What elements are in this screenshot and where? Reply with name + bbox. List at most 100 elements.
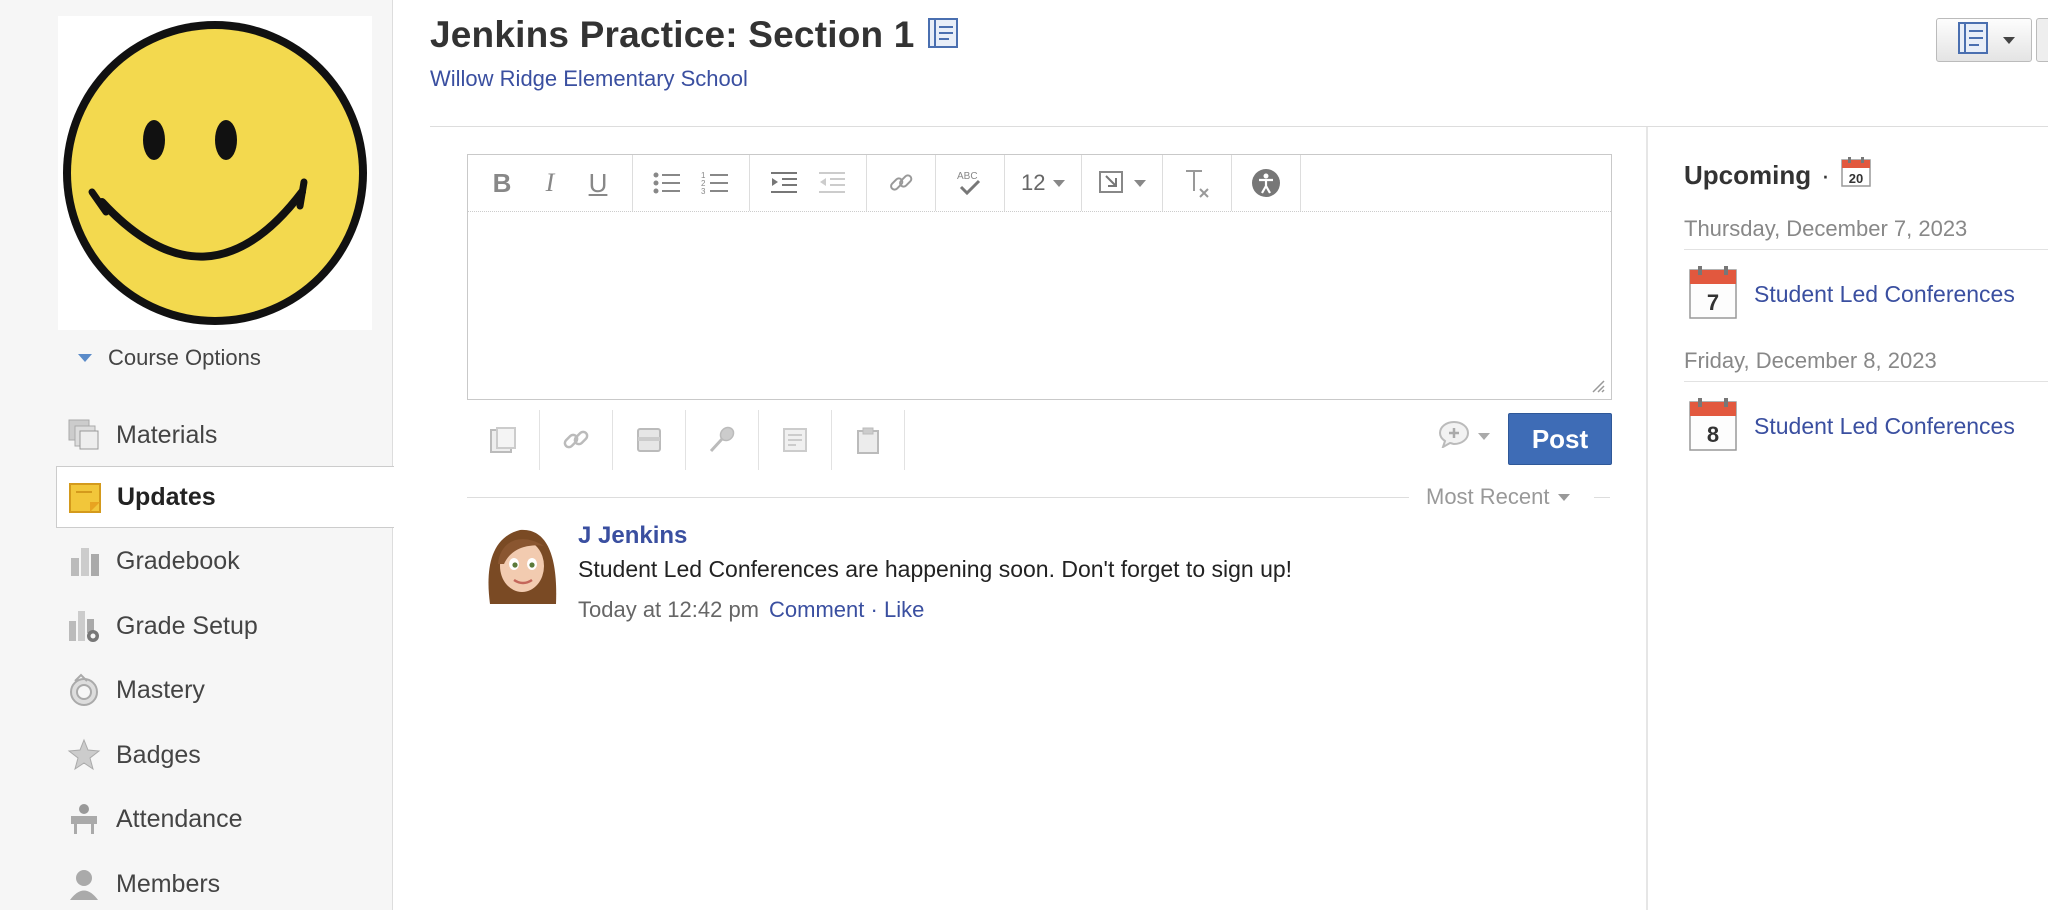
resources-icon[interactable] [613, 410, 686, 470]
list-group: 123 [633, 155, 750, 211]
course-view-menu-button[interactable] [1936, 18, 2032, 62]
sidebar-item-grade-setup[interactable]: Grade Setup [56, 595, 392, 657]
link-group [867, 155, 936, 211]
font-size-select[interactable]: 12 [1015, 170, 1071, 196]
calendar-day-number: 20 [1849, 171, 1863, 186]
attach-file-icon[interactable] [467, 410, 540, 470]
grade-setup-icon [66, 608, 102, 644]
secondary-header-button[interactable] [2036, 18, 2048, 62]
insert-content-icon[interactable] [1092, 170, 1152, 196]
post-timestamp: Today at 12:42 pm [578, 597, 760, 622]
updates-icon [67, 479, 103, 515]
upcoming-date: Friday, December 8, 2023 [1684, 348, 1937, 373]
feed-sort-select[interactable]: Most Recent [1426, 484, 1570, 510]
chevron-down-icon [1134, 179, 1147, 187]
school-link[interactable]: Willow Ridge Elementary School [430, 66, 748, 92]
link-icon[interactable] [877, 155, 925, 211]
comment-settings-menu[interactable] [1438, 420, 1490, 453]
header-divider [430, 126, 2048, 127]
sidebar-item-label: Gradebook [116, 546, 240, 575]
attach-link-icon[interactable] [540, 410, 613, 470]
resize-handle-icon[interactable] [1591, 379, 1605, 393]
indent-icon[interactable] [760, 155, 808, 211]
calendar-event-icon: 7 [1688, 264, 1738, 325]
template-icon[interactable] [759, 410, 832, 470]
chevron-down-icon [2003, 36, 2015, 44]
outdent-icon[interactable] [808, 155, 856, 211]
text-style-group: B I U [468, 155, 633, 211]
event-link[interactable]: Student Led Conferences [1754, 413, 2015, 440]
chevron-down-icon [1053, 179, 1066, 187]
sidebar-item-label: Updates [117, 482, 216, 511]
course-options-label: Course Options [108, 345, 261, 370]
font-size-value: 12 [1021, 170, 1046, 195]
notebook-icon [925, 17, 959, 54]
numbered-list-icon[interactable]: 123 [691, 155, 739, 211]
feed-sort-label: Most Recent [1426, 484, 1550, 509]
sidebar-item-members[interactable]: Members [56, 853, 392, 915]
post-editor: B I U 123 ABC 12 [467, 154, 1612, 400]
post-author-link[interactable]: J Jenkins [578, 522, 687, 550]
mastery-icon [66, 672, 102, 708]
clear-format-icon[interactable] [1173, 155, 1221, 211]
sidebar-item-label: Badges [116, 740, 201, 769]
font-size-group: 12 [1005, 155, 1083, 211]
calendar-event-icon: 8 [1688, 396, 1738, 457]
spellcheck-icon[interactable]: ABC [946, 155, 994, 211]
underline-icon[interactable]: U [574, 155, 622, 211]
chevron-down-icon [1557, 493, 1570, 501]
course-header: Jenkins Practice: Section 1 [430, 14, 959, 56]
bulleted-list-icon[interactable] [643, 155, 691, 211]
comment-add-icon [1438, 420, 1470, 453]
sidebar-item-gradebook[interactable]: Gradebook [56, 530, 392, 592]
svg-text:3: 3 [701, 187, 706, 196]
feed-divider [467, 497, 1409, 498]
sidebar-item-label: Grade Setup [116, 611, 258, 640]
clipboard-icon[interactable] [832, 410, 905, 470]
course-profile-picture [58, 16, 372, 330]
upcoming-event: 8 Student Led Conferences [1688, 396, 2015, 457]
clear-format-group [1163, 155, 1233, 211]
editor-text-area[interactable] [468, 212, 1611, 398]
date-divider [1684, 381, 2048, 382]
accessibility-icon[interactable] [1242, 155, 1290, 211]
comment-link[interactable]: Comment [769, 597, 864, 622]
avatar[interactable] [482, 524, 560, 604]
italic-icon[interactable]: I [526, 155, 574, 211]
upcoming-event: 7 Student Led Conferences [1688, 264, 2015, 325]
sidebar-item-label: Materials [116, 420, 218, 449]
upcoming-title: Upcoming [1684, 160, 1812, 190]
record-audio-icon[interactable] [686, 410, 759, 470]
post-body: Student Led Conferences are happening so… [578, 556, 1293, 582]
badges-icon [66, 737, 102, 773]
calendar-icon[interactable]: 20 [1840, 156, 1872, 195]
sidebar-item-badges[interactable]: Badges [56, 724, 392, 786]
notebook-icon [1953, 21, 1989, 60]
event-link[interactable]: Student Led Conferences [1754, 281, 2015, 308]
date-divider [1684, 249, 2048, 250]
bold-icon[interactable]: B [478, 155, 526, 211]
upcoming-header: Upcoming · 20 [1684, 156, 1872, 195]
course-sidebar: Course Options Materials Updates Gradebo… [0, 0, 394, 910]
members-icon [66, 866, 102, 902]
sidebar-item-mastery[interactable]: Mastery [56, 659, 392, 721]
like-link[interactable]: Like [884, 597, 924, 622]
upcoming-date: Thursday, December 7, 2023 [1684, 216, 1968, 241]
sidebar-item-updates[interactable]: Updates [56, 466, 394, 528]
sidebar-item-label: Mastery [116, 675, 205, 704]
post-button[interactable]: Post [1508, 413, 1612, 465]
course-options-menu[interactable]: Course Options [78, 345, 261, 371]
event-day-number: 7 [1707, 290, 1719, 315]
post-meta: Today at 12:42 pm Comment · Like [578, 597, 924, 623]
gradebook-icon [66, 543, 102, 579]
svg-text:ABC: ABC [957, 171, 978, 182]
sidebar-item-attendance[interactable]: Attendance [56, 788, 392, 850]
event-day-number: 8 [1707, 422, 1719, 447]
meta-separator: · [870, 597, 878, 622]
insert-group [1082, 155, 1164, 211]
title-separator: · [1821, 160, 1830, 190]
chevron-down-icon [78, 354, 92, 362]
page-title: Jenkins Practice: Section 1 [430, 14, 915, 55]
indent-group [750, 155, 867, 211]
sidebar-item-materials[interactable]: Materials [56, 404, 392, 466]
